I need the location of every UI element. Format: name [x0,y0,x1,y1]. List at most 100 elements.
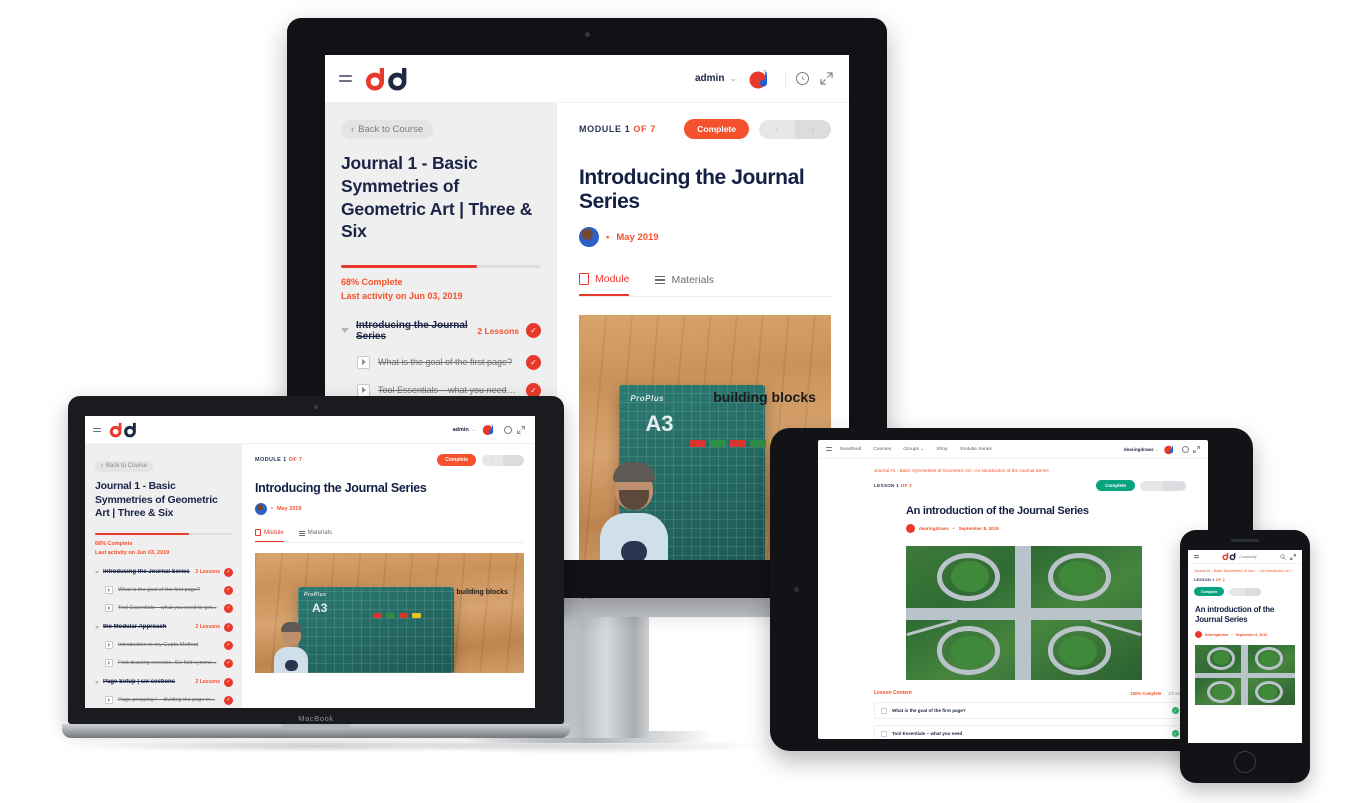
lesson-row[interactable]: Tool Essentials – what you need to get..… [95,603,233,613]
check-icon: ✓ [224,695,233,705]
lesson-row[interactable]: Page prepping I – dividing the page in..… [95,695,233,705]
lesson-name: Tool Essentials – what you need [892,731,963,736]
check-icon: ✓ [224,622,233,632]
user-name[interactable]: dearingdraws [1124,447,1154,452]
module-row[interactable]: Page Setup | six sections 2 Lessons ✓ [95,677,233,687]
progress-bar-fill [95,532,189,535]
macbook-label: MacBook [298,714,334,723]
module-meta-suffix: OF 7 [288,457,303,463]
brand-logo[interactable] [365,65,411,93]
lesson-date: September 8, 2019 [958,526,999,531]
next-lesson-button[interactable] [1163,480,1186,491]
lesson-name: Introduction to my Gupta Method [118,642,199,649]
module-lesson-count: 2 Lessons [195,569,220,576]
nav-shop[interactable]: Shop [936,447,947,452]
lesson-meta: LESSON 1 OF 2 [818,476,912,488]
tab-module[interactable]: Module [255,529,284,542]
lesson-byline: dearingdraws • September 8, 2019 [818,517,1208,533]
nav-youtube-series[interactable]: Youtube Series [960,447,992,452]
back-to-course-button[interactable]: ‹ Back to Course [95,460,154,472]
prev-lesson-button[interactable]: ‹ [482,454,503,466]
tab-materials[interactable]: Materials [298,529,332,542]
brand-logo[interactable] [1222,552,1237,561]
back-to-course-button[interactable]: ‹ Back to Course [341,120,434,139]
community-label: Community [1239,554,1257,559]
lesson-name: First drawing exercise, Six fold symme..… [118,660,217,667]
device-mockup-scene: admin ⌄ ‹ Back to Course Journal 1 - Bas… [0,0,1350,803]
module-row[interactable]: Introducing the Journal Series 2 Lessons… [95,567,233,577]
author-name: dearingdraws [919,526,949,531]
nav-groups[interactable]: Groups ⌄ [903,447,924,452]
clock-icon[interactable] [796,72,809,85]
page-title: Introducing the Journal Series [255,481,427,495]
list-item[interactable]: Tool Essentials – what you need ✓ [874,725,1186,739]
chevron-left-icon: ‹ [101,463,103,469]
lesson-byline: • May 2019 [255,503,524,515]
tab-module[interactable]: Module [579,273,630,296]
clock-icon[interactable] [1182,445,1189,453]
play-icon [881,730,887,737]
avatar [1195,631,1202,638]
tablet-nav: Newsfeed Courses Groups ⌄ Shop Youtube S… [840,447,992,452]
hamburger-icon[interactable] [93,427,101,432]
header-divider [785,70,786,87]
chevron-down-icon[interactable]: ⌄ [1156,447,1159,452]
search-icon[interactable] [1280,553,1286,560]
caret-down-icon[interactable] [95,570,99,574]
lesson-row[interactable]: What is the goal of the first page? ✓ [341,354,541,370]
mat-size-label: A3 [645,411,674,436]
prev-lesson-button[interactable]: ‹ [759,119,795,139]
avatar[interactable] [481,423,498,436]
chevron-down-icon[interactable]: ⌄ [472,427,476,433]
expand-icon[interactable] [1193,445,1200,453]
prev-lesson-button[interactable] [1140,480,1163,491]
expand-icon[interactable] [517,425,525,434]
lesson-row[interactable]: First drawing exercise, Six fold symme..… [95,658,233,668]
lesson-row[interactable]: Introduction to my Gupta Method ✓ [95,640,233,650]
caret-down-icon[interactable] [95,625,99,629]
caret-down-icon[interactable] [341,328,349,334]
complete-button[interactable]: Complete [437,454,476,466]
complete-button[interactable]: Complete [1096,480,1135,491]
hamburger-icon[interactable] [826,447,832,451]
avatar [906,524,915,533]
lesson-date: May 2019 [616,231,659,243]
complete-button[interactable]: Complete [684,119,749,139]
list-item[interactable]: What is the goal of the first page? ✓ [874,702,1186,719]
complete-button[interactable]: Complete [1194,587,1225,596]
lesson-row[interactable]: What is the goal of the first page? ✓ [95,585,233,595]
progress-percent-label: 68% Complete [341,277,403,287]
expand-icon[interactable] [820,72,833,85]
clock-icon[interactable] [504,425,512,434]
presenter-figure [594,460,674,560]
next-lesson-button[interactable]: › [503,454,524,466]
lesson-meta-suffix: OF 2 [1215,578,1225,582]
caret-down-icon[interactable] [95,680,99,684]
avatar[interactable] [747,68,775,90]
play-icon [357,355,370,369]
avatar[interactable] [1163,444,1177,455]
lesson-video-thumbnail[interactable]: ProPlus A3 building blocks [255,553,524,673]
module-row[interactable]: the Modular Approach 2 Lessons ✓ [95,622,233,632]
breadcrumb[interactable]: Journal #1 - Basic Symmetries of Geometr… [818,459,1208,473]
course-title: Journal 1 - Basic Symmetries of Geometri… [341,153,533,242]
expand-icon[interactable] [1290,553,1296,560]
progress-bar-fill [341,265,477,268]
building-blocks [373,613,422,618]
user-name[interactable]: admin [695,73,724,84]
nav-newsfeed[interactable]: Newsfeed [840,447,861,452]
prev-lesson-button[interactable] [1229,587,1246,596]
next-lesson-button[interactable] [1245,587,1262,596]
macbook-camera [314,405,318,409]
module-row[interactable]: Introducing the Journal Series 2 Lessons… [341,320,541,342]
chevron-down-icon[interactable]: ⌄ [729,73,737,84]
next-lesson-button[interactable]: › [795,119,831,139]
user-name[interactable]: admin [453,427,469,433]
iphone-home-button[interactable] [1234,751,1256,773]
lesson-nav-arrows: ‹ › [482,454,524,466]
nav-courses[interactable]: Courses [873,447,891,452]
breadcrumb[interactable]: Journal #1 - Basic Symmetries of Geo... … [1188,564,1302,573]
hamburger-icon[interactable] [339,75,352,82]
brand-logo[interactable] [109,421,139,439]
tab-materials[interactable]: Materials [655,273,714,296]
